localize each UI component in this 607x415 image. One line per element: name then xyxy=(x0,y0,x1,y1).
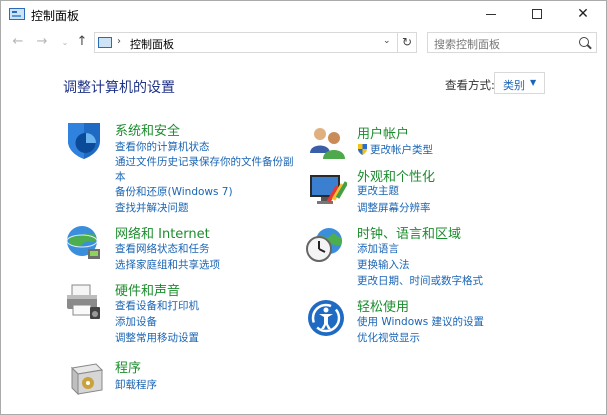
category-ease-of-access[interactable]: 轻松使用 xyxy=(357,296,409,315)
back-arrow-icon[interactable]: ← xyxy=(10,34,26,50)
title-bar: 控制面板 ✕ xyxy=(1,1,606,27)
close-icon: ✕ xyxy=(577,6,589,22)
category-network-internet[interactable]: 网络和 Internet xyxy=(115,223,210,242)
maximize-button[interactable] xyxy=(514,1,560,27)
link-homegroup-sharing[interactable]: 选择家庭组和共享选项 xyxy=(115,257,220,272)
link-date-time-format[interactable]: 更改日期、时间或数字格式 xyxy=(357,273,483,288)
user-accounts-icon[interactable] xyxy=(307,123,347,163)
navigation-bar: ← → ⌄ ↑ › 控制面板 ⌄ ↻ 搜索控制面板 xyxy=(1,29,606,57)
category-system-security[interactable]: 系统和安全 xyxy=(115,120,180,139)
link-change-theme[interactable]: 更改主题 xyxy=(357,183,399,198)
chevron-down-icon: ▼ xyxy=(530,78,537,87)
search-placeholder: 搜索控制面板 xyxy=(434,38,500,51)
forward-arrow-icon[interactable]: → xyxy=(34,34,50,50)
refresh-button[interactable]: ↻ xyxy=(398,32,417,53)
window-title: 控制面板 xyxy=(31,9,80,23)
link-change-account-type[interactable]: 更改帐户类型 xyxy=(370,142,433,157)
programs-box-icon[interactable] xyxy=(66,356,106,396)
clock-globe-icon[interactable] xyxy=(305,225,345,265)
view-by-dropdown[interactable]: 类别 ▼ xyxy=(494,72,545,94)
category-user-accounts[interactable]: 用户帐户 xyxy=(357,123,409,142)
control-panel-icon xyxy=(9,8,25,20)
link-backup-restore[interactable]: 备份和还原(Windows 7) xyxy=(115,184,233,199)
category-programs[interactable]: 程序 xyxy=(115,357,141,376)
network-globe-icon[interactable] xyxy=(64,223,104,263)
link-mobility-settings[interactable]: 调整常用移动设置 xyxy=(115,330,199,345)
printer-icon[interactable] xyxy=(64,281,104,321)
address-bar[interactable]: › 控制面板 ⌄ xyxy=(94,32,398,53)
breadcrumb-control-panel[interactable]: 控制面板 xyxy=(130,36,174,52)
link-recommended-settings[interactable]: 使用 Windows 建议的设置 xyxy=(357,314,484,329)
recent-locations-chevron-icon[interactable]: ⌄ xyxy=(57,35,73,51)
search-input[interactable]: 搜索控制面板 xyxy=(427,32,597,53)
link-screen-resolution[interactable]: 调整屏幕分辨率 xyxy=(357,200,431,215)
address-dropdown-icon[interactable]: ⌄ xyxy=(383,36,391,46)
close-button[interactable]: ✕ xyxy=(560,1,606,27)
link-uninstall-program[interactable]: 卸载程序 xyxy=(115,377,157,392)
breadcrumb-chevron-icon[interactable]: › xyxy=(117,36,121,47)
link-devices-printers[interactable]: 查看设备和打印机 xyxy=(115,298,199,313)
control-panel-window: 控制面板 ✕ ← → ⌄ ↑ › 控制面板 ⌄ ↻ 搜索控制面板 调整计算机的设… xyxy=(0,0,607,415)
up-arrow-icon[interactable]: ↑ xyxy=(74,34,90,50)
link-troubleshoot[interactable]: 查找并解决问题 xyxy=(115,200,189,215)
category-hardware-sound[interactable]: 硬件和声音 xyxy=(115,280,180,299)
search-icon[interactable] xyxy=(579,37,589,47)
category-clock-language-region[interactable]: 时钟、语言和区域 xyxy=(357,223,461,242)
link-network-status[interactable]: 查看网络状态和任务 xyxy=(115,241,210,256)
view-by-value: 类别 xyxy=(503,79,525,92)
maximize-icon xyxy=(532,9,542,19)
page-heading: 调整计算机的设置 xyxy=(63,80,175,96)
link-add-device[interactable]: 添加设备 xyxy=(115,314,157,329)
appearance-monitor-icon[interactable] xyxy=(307,169,347,209)
link-file-history-backup-cont[interactable]: 本 xyxy=(115,169,126,184)
uac-shield-icon xyxy=(358,144,367,155)
link-change-input-method[interactable]: 更换输入法 xyxy=(357,257,410,272)
minimize-button[interactable] xyxy=(468,1,514,27)
view-by-label: 查看方式: xyxy=(445,78,495,92)
link-optimize-visual-display[interactable]: 优化视觉显示 xyxy=(357,330,420,345)
link-file-history-backup[interactable]: 通过文件历史记录保存你的文件备份副 xyxy=(115,154,294,169)
security-shield-icon[interactable] xyxy=(64,119,104,159)
link-view-computer-status[interactable]: 查看你的计算机状态 xyxy=(115,139,210,154)
link-add-language[interactable]: 添加语言 xyxy=(357,241,399,256)
ease-of-access-icon[interactable] xyxy=(306,298,346,338)
control-panel-icon xyxy=(98,37,112,48)
minimize-icon xyxy=(486,13,496,15)
